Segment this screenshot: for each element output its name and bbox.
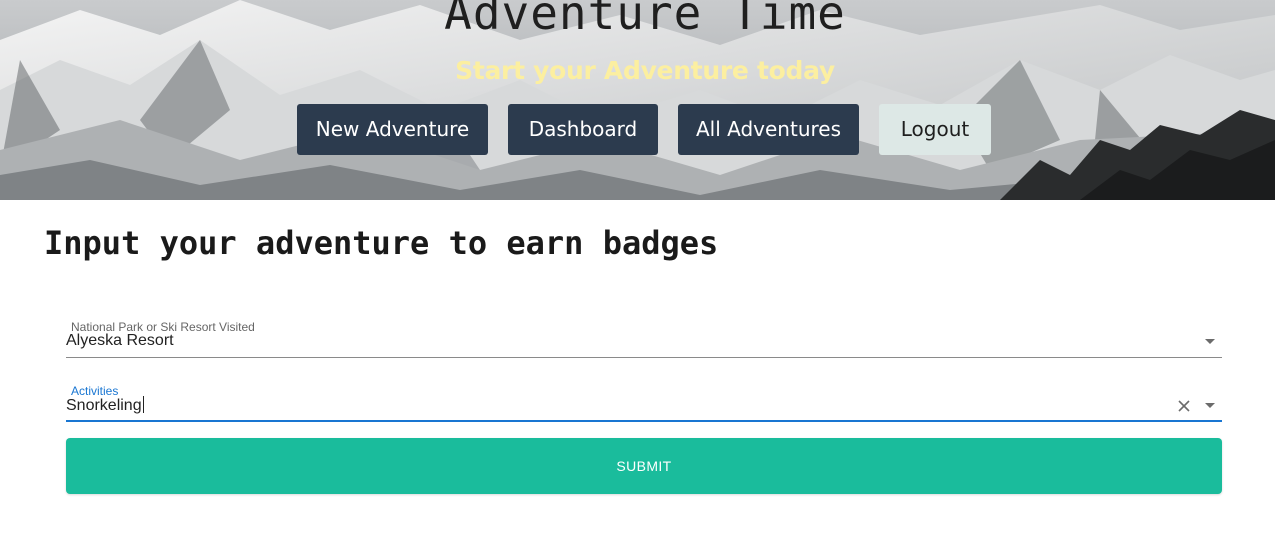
hero-banner: Adventure Time Start your Adventure toda… xyxy=(0,0,1275,200)
activities-input-value[interactable]: Snorkeling xyxy=(66,397,142,414)
park-select[interactable]: National Park or Ski Resort Visited Alye… xyxy=(66,314,1222,358)
dashboard-button[interactable]: Dashboard xyxy=(508,104,658,155)
activities-autocomplete[interactable]: Activities Snorkeling xyxy=(66,378,1222,422)
text-caret xyxy=(142,396,144,413)
submit-button[interactable]: SUBMIT xyxy=(66,438,1222,494)
logout-button[interactable]: Logout xyxy=(879,104,991,155)
activities-input[interactable]: Snorkeling xyxy=(66,396,144,415)
all-adventures-button[interactable]: All Adventures xyxy=(678,104,859,155)
main-nav: New Adventure Dashboard All Adventures L… xyxy=(0,104,1275,155)
park-select-value[interactable]: Alyeska Resort xyxy=(66,332,174,350)
new-adventure-button[interactable]: New Adventure xyxy=(297,104,488,155)
site-subtitle: Start your Adventure today xyxy=(455,56,835,85)
close-icon[interactable] xyxy=(1176,398,1192,414)
page-heading: Input your adventure to earn badges xyxy=(44,224,719,262)
chevron-down-icon[interactable] xyxy=(1205,339,1215,344)
chevron-down-icon[interactable] xyxy=(1205,403,1215,408)
site-title: Adventure Time xyxy=(444,0,846,40)
